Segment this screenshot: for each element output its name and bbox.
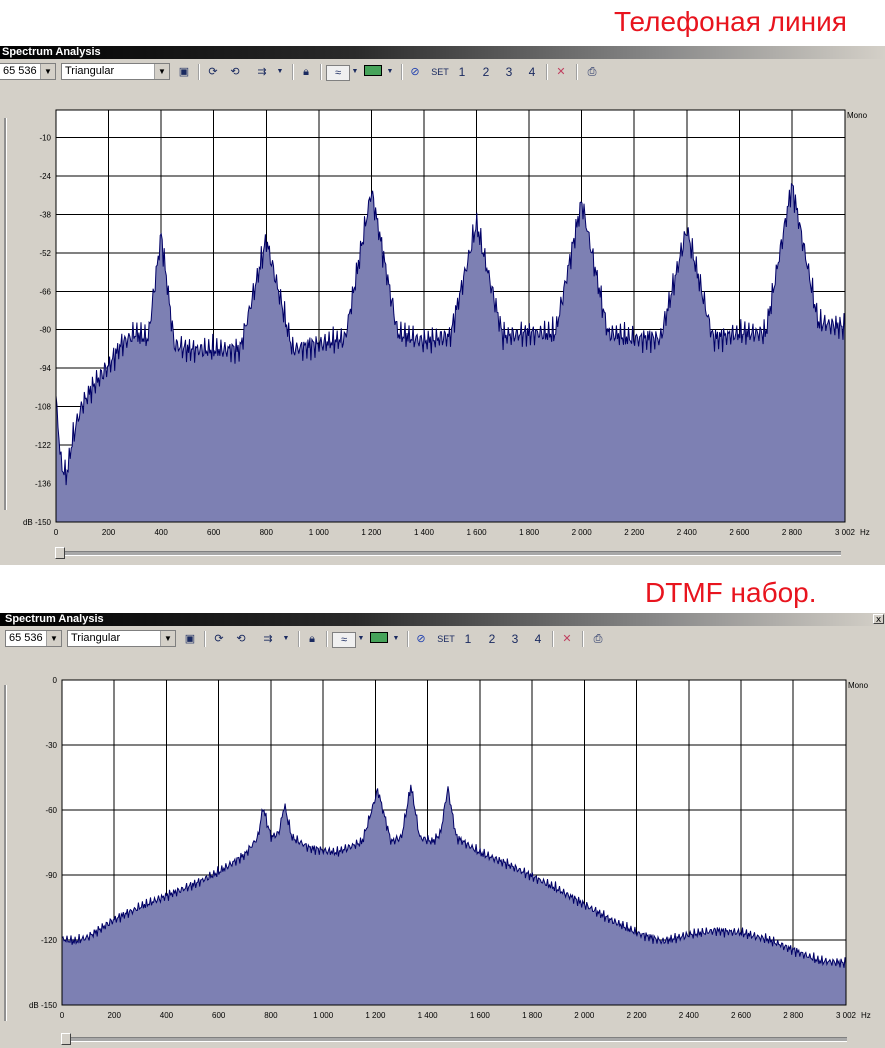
x-tick-label: 2 600 xyxy=(729,528,750,537)
x-tick-label: 400 xyxy=(154,528,168,537)
zoom-slider-track[interactable] xyxy=(62,1037,847,1042)
x-tick-label: 2 400 xyxy=(677,528,698,537)
y-tick-label: -108 xyxy=(35,403,52,412)
x-tick-label: 600 xyxy=(212,1011,226,1020)
x-tick-label: 2 200 xyxy=(627,1011,648,1020)
x-tick-label: 1 000 xyxy=(313,1011,334,1020)
y-tick-label: -122 xyxy=(35,441,52,450)
y-tick-label: -10 xyxy=(39,133,51,142)
y-tick-label: -90 xyxy=(45,871,57,880)
x-tick-label: 1 200 xyxy=(361,528,382,537)
y-tick-label: -30 xyxy=(45,741,57,750)
x-tick-label: 400 xyxy=(160,1011,174,1020)
spectrum-chart: 0-30-60-90-120dB -1500 200 400 600 800 1 000 1… xyxy=(29,676,871,1020)
x-tick-label: 1 000 xyxy=(309,528,330,537)
x-tick-label: 0 xyxy=(54,528,59,537)
y-tick-label: dB -150 xyxy=(29,1001,58,1010)
y-tick-label: 0 xyxy=(53,676,58,685)
x-tick-label: 3 002 xyxy=(836,1011,857,1020)
y-tick-label: -52 xyxy=(39,249,51,258)
y-tick-label: -120 xyxy=(41,936,58,945)
spectrum-chart: -10 -24 -38 -52 -66 -80 -94 -108 -122 -136 dB -150… xyxy=(23,109,870,537)
x-tick-label: 2 800 xyxy=(782,528,803,537)
spectrum-panel-dtmf: Spectrum Analysis x 65 536 ▼ Triangular ▼ … xyxy=(0,613,885,1048)
x-tick-label: 2 800 xyxy=(783,1011,804,1020)
x-unit-label: Hz xyxy=(860,528,870,537)
zoom-slider-track[interactable] xyxy=(56,551,841,556)
caption-phone-line: Телефоная линия xyxy=(614,6,847,37)
x-unit-label: Hz xyxy=(861,1011,871,1020)
spectrum-panel-phone-line: Spectrum Analysis 65 536 ▼ Triangular ▼ ▣ … xyxy=(0,46,885,565)
x-tick-label: 1 400 xyxy=(414,528,435,537)
zoom-slider-thumb[interactable] xyxy=(61,1033,71,1045)
x-tick-label: 200 xyxy=(108,1011,122,1020)
x-tick-label: 2 200 xyxy=(624,528,645,537)
channel-label: Mono xyxy=(847,111,868,120)
x-tick-label: 1 800 xyxy=(519,528,540,537)
channel-label: Mono xyxy=(848,681,869,690)
x-tick-label: 1 400 xyxy=(418,1011,439,1020)
zoom-slider-thumb[interactable] xyxy=(55,547,65,559)
y-tick-label: -80 xyxy=(39,326,51,335)
y-tick-label: -136 xyxy=(35,480,52,489)
y-tick-label: dB -150 xyxy=(23,518,52,527)
x-tick-label: 800 xyxy=(260,528,274,537)
caption-dtmf-dialing: DTMF набор. xyxy=(645,577,817,608)
x-tick-label: 2 400 xyxy=(679,1011,700,1020)
x-tick-label: 1 600 xyxy=(467,528,488,537)
x-tick-label: 2 600 xyxy=(731,1011,752,1020)
x-tick-label: 800 xyxy=(264,1011,278,1020)
x-tick-label: 1 800 xyxy=(522,1011,543,1020)
x-tick-label: 200 xyxy=(102,528,116,537)
x-tick-label: 1 200 xyxy=(365,1011,386,1020)
x-tick-label: 3 002 xyxy=(835,528,856,537)
x-tick-label: 0 xyxy=(60,1011,65,1020)
y-tick-label: -94 xyxy=(39,364,51,373)
x-tick-label: 600 xyxy=(207,528,221,537)
y-tick-label: -66 xyxy=(39,287,51,296)
x-tick-label: 1 600 xyxy=(470,1011,491,1020)
x-tick-label: 2 000 xyxy=(572,528,593,537)
y-tick-label: -38 xyxy=(39,210,51,219)
x-tick-label: 2 000 xyxy=(574,1011,595,1020)
y-tick-label: -60 xyxy=(45,806,57,815)
y-tick-label: -24 xyxy=(39,172,51,181)
